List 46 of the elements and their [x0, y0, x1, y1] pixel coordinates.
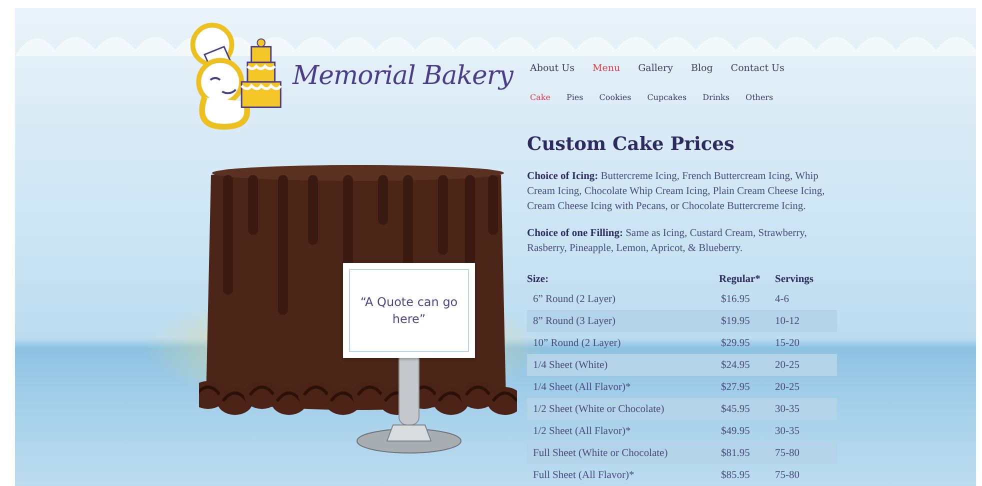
nav-link[interactable]: Others	[746, 93, 774, 102]
nav-link[interactable]: About Us	[530, 63, 574, 74]
table-cell-text: 75-80	[775, 448, 800, 458]
table-cell-text: 1/2 Sheet (White or Chocolate)	[532, 404, 666, 414]
table-cell-text: $45.95	[720, 404, 751, 414]
table-cell-text: Full Sheet (All Flavor)*	[532, 470, 636, 480]
logo-text: Memorial Bakery	[292, 60, 513, 90]
table-cell-text: $27.95	[720, 382, 751, 392]
nav-link[interactable]: Drinks	[702, 93, 730, 102]
column-header: Size:	[527, 274, 550, 284]
page-heading: Custom Cake Prices	[527, 134, 736, 155]
nav-link[interactable]: Menu	[592, 63, 620, 74]
table-cell-text: $19.95	[720, 316, 751, 326]
table-cell-text: 10” Round (2 Layer)	[532, 338, 622, 348]
description-paragraph: Choice of Icing: Buttercreme Icing, French Buttercream Icing, Whip Cream Icing, Chocolate Whip Cream Icing, Plain Cream Cheese Icing, Cream Cheese Icing with Pecans, or Chocolate Buttercreme Icing.	[527, 170, 826, 214]
table-cell-text: 8” Round (3 Layer)	[532, 316, 617, 326]
column-header: Regular*	[719, 274, 762, 284]
table-cell-text: $49.95	[720, 426, 751, 436]
table-cell-text: 1/4 Sheet (White)	[532, 360, 609, 370]
nav-link[interactable]: Cupcakes	[647, 93, 687, 102]
table-cell-text: 4-6	[775, 294, 790, 304]
description-paragraph: Choice of one Filling: Same as Icing, Custard Cream, Strawberry, Rasberry, Pineapple, Lemon, Apricot, & Blueberry.	[527, 227, 808, 256]
table-cell-text: 20-25	[775, 382, 800, 392]
table-cell-text: 15-20	[775, 338, 800, 348]
nav-link[interactable]: Blog	[690, 63, 713, 74]
nav-link[interactable]: Contact Us	[730, 63, 784, 74]
table-cell-text: 10-12	[775, 316, 800, 326]
table-cell-text: 1/4 Sheet (All Flavor)*	[532, 382, 632, 392]
table-cell-text: 6” Round (2 Layer)	[532, 294, 617, 304]
nav-link[interactable]: Cookies	[599, 93, 632, 102]
table-cell-text: $24.95	[720, 360, 751, 370]
table-cell-text: 30-35	[775, 404, 800, 414]
table-cell-text: $85.95	[720, 470, 751, 480]
table-cell-text: 1/2 Sheet (All Flavor)*	[532, 426, 632, 436]
table-cell-text: 30-35	[775, 426, 800, 436]
column-header: Servings	[775, 274, 815, 284]
nav-link[interactable]: Cake	[530, 93, 550, 102]
table-cell-text: 75-80	[775, 470, 800, 480]
table-cell-text: $29.95	[720, 338, 751, 348]
table-cell-text: Full Sheet (White or Chocolate)	[532, 448, 669, 458]
nav-link[interactable]: Pies	[566, 93, 584, 102]
quote-text: “A Quote can go here”	[359, 294, 459, 328]
table-cell-text: $81.95	[720, 448, 751, 458]
table-cell-text: $16.95	[720, 294, 751, 304]
nav-link[interactable]: Gallery	[638, 63, 673, 74]
table-cell-text: 20-25	[775, 360, 800, 370]
